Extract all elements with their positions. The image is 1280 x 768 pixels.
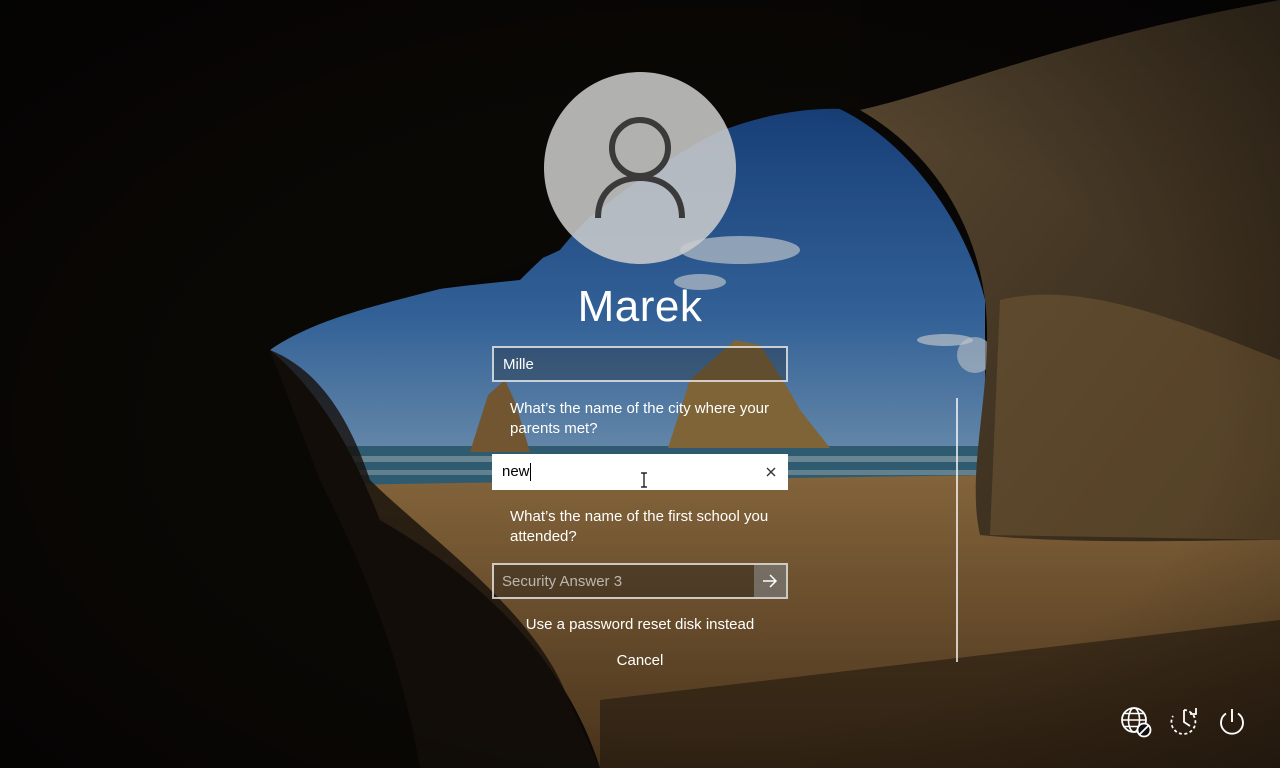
text-cursor-icon [641, 472, 647, 488]
submit-button[interactable] [754, 565, 786, 597]
arrow-right-icon [763, 574, 778, 588]
divider [956, 398, 958, 662]
security-answer-1-value: Mille [503, 355, 534, 373]
network-icon [1121, 707, 1152, 738]
security-answer-2-value: new [492, 463, 531, 481]
cancel-button[interactable]: Cancel [440, 652, 840, 669]
security-question-2: What’s the name of the city where your p… [510, 400, 770, 437]
power-button[interactable] [1214, 704, 1250, 740]
ease-of-access-button[interactable] [1166, 704, 1202, 740]
user-name: Marek [577, 282, 703, 331]
security-answer-3-field[interactable] [492, 563, 788, 599]
power-icon [1220, 709, 1244, 735]
password-reset-disk-link[interactable]: Use a password reset disk instead [440, 616, 840, 633]
user-icon [595, 117, 685, 219]
lock-screen: Marek Mille What’s the name of the city … [0, 0, 1280, 768]
clear-button[interactable] [760, 461, 782, 483]
security-question-3: What’s the name of the first school you … [510, 508, 769, 545]
network-button[interactable] [1118, 704, 1154, 740]
security-answer-3-input[interactable] [494, 565, 754, 597]
security-answer-1-field[interactable]: Mille [492, 346, 788, 382]
close-icon [766, 467, 776, 477]
user-avatar [544, 72, 736, 264]
ease-of-access-icon [1170, 708, 1197, 735]
